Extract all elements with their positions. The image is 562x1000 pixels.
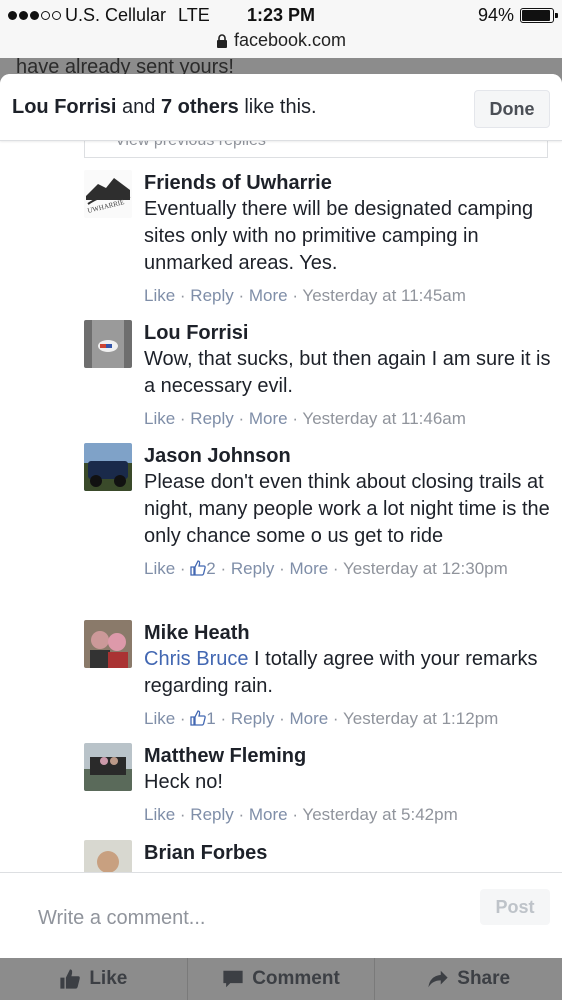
like-link[interactable]: Like bbox=[144, 409, 175, 428]
comment-text: Heck no! bbox=[144, 771, 223, 793]
comment-author[interactable]: Brian Forbes bbox=[144, 840, 554, 866]
lock-icon bbox=[216, 34, 227, 49]
battery-icon bbox=[520, 8, 558, 23]
comment-actions: Like · Reply · More · Yesterday at 11:46… bbox=[144, 409, 466, 428]
reaction-count[interactable]: 2 bbox=[190, 559, 216, 578]
share-action-label: Share bbox=[457, 968, 511, 989]
reaction-count-value: 2 bbox=[206, 559, 216, 578]
likes-suffix: like this. bbox=[244, 96, 317, 118]
comments-sheet: Lou Forrisi and 7 others like this. Done… bbox=[0, 74, 562, 958]
post-action-bar: Like Comment Share bbox=[0, 958, 562, 1000]
more-link[interactable]: More bbox=[289, 559, 328, 578]
comment-timestamp[interactable]: Yesterday at 11:45am bbox=[302, 286, 466, 305]
post-button[interactable]: Post bbox=[480, 889, 550, 925]
comment-text: Eventually there will be designated camp… bbox=[144, 198, 534, 274]
battery-percent: 94% bbox=[477, 5, 514, 25]
comment-actions: Like · 2 · Reply · More · Yesterday at 1… bbox=[144, 559, 508, 578]
mention-link[interactable]: Chris Bruce bbox=[144, 648, 248, 670]
comment-text: Chris Bruce I totally agree with your re… bbox=[144, 646, 554, 700]
comment-text: Please don't even think about closing tr… bbox=[144, 471, 550, 547]
reply-link[interactable]: Reply bbox=[190, 805, 233, 824]
liker-name[interactable]: Lou Forrisi bbox=[12, 96, 116, 118]
more-link[interactable]: More bbox=[249, 409, 288, 428]
thumbs-up-icon bbox=[190, 710, 207, 726]
comment-author[interactable]: Jason Johnson bbox=[144, 443, 554, 469]
likes-conjunction: and bbox=[122, 96, 156, 118]
avatar[interactable] bbox=[84, 620, 132, 668]
comment-author[interactable]: Friends of Uwharrie bbox=[144, 170, 554, 196]
battery-area: 94% bbox=[477, 5, 558, 26]
comment-action[interactable]: Comment bbox=[188, 958, 376, 1000]
comment-timestamp[interactable]: Yesterday at 11:46am bbox=[302, 409, 466, 428]
avatar[interactable]: UWHARRIE bbox=[84, 170, 132, 218]
comment-author[interactable]: Mike Heath bbox=[144, 620, 554, 646]
comment-timestamp[interactable]: Yesterday at 12:30pm bbox=[343, 559, 508, 578]
likes-summary[interactable]: Lou Forrisi and 7 others like this. bbox=[12, 96, 317, 119]
comment-author[interactable]: Matthew Fleming bbox=[144, 743, 554, 769]
comment-text: Wow, that sucks, but then again I am sur… bbox=[144, 348, 551, 397]
comment-timestamp[interactable]: Yesterday at 1:12pm bbox=[343, 709, 498, 728]
like-link[interactable]: Like bbox=[144, 286, 175, 305]
comment-input[interactable]: Write a comment... bbox=[38, 907, 205, 930]
comment-actions: Like · Reply · More · Yesterday at 11:45… bbox=[144, 286, 466, 305]
done-button[interactable]: Done bbox=[474, 90, 550, 128]
comment-timestamp[interactable]: Yesterday at 5:42pm bbox=[302, 805, 457, 824]
thumbs-up-icon bbox=[190, 560, 207, 576]
comment-action-label: Comment bbox=[252, 968, 340, 989]
thumbs-up-icon bbox=[60, 969, 81, 989]
reply-link[interactable]: Reply bbox=[190, 286, 233, 305]
comment-actions: Like · 1 · Reply · More · Yesterday at 1… bbox=[144, 709, 499, 728]
comment-author[interactable]: Lou Forrisi bbox=[144, 320, 554, 346]
address-bar[interactable]: facebook.com bbox=[0, 30, 562, 58]
share-icon bbox=[428, 970, 448, 988]
url-text: facebook.com bbox=[233, 30, 347, 50]
avatar[interactable] bbox=[84, 320, 132, 368]
share-action[interactable]: Share bbox=[375, 958, 562, 1000]
more-link[interactable]: More bbox=[249, 286, 288, 305]
reaction-count[interactable]: 1 bbox=[190, 709, 216, 728]
like-link[interactable]: Like bbox=[144, 805, 175, 824]
status-bar: U.S. Cellular LTE 1:23 PM 94% bbox=[0, 0, 562, 30]
like-link[interactable]: Like bbox=[144, 559, 175, 578]
reply-link[interactable]: Reply bbox=[190, 409, 233, 428]
avatar[interactable] bbox=[84, 743, 132, 791]
comment-icon bbox=[223, 970, 243, 988]
like-action-label: Like bbox=[89, 968, 128, 989]
more-link[interactable]: More bbox=[289, 709, 328, 728]
reaction-count-value: 1 bbox=[206, 709, 216, 728]
comment-actions: Like · Reply · More · Yesterday at 5:42p… bbox=[144, 805, 458, 824]
comment-composer: Write a comment... Post bbox=[0, 872, 562, 958]
reply-link[interactable]: Reply bbox=[231, 559, 274, 578]
more-link[interactable]: More bbox=[249, 805, 288, 824]
avatar[interactable] bbox=[84, 443, 132, 491]
likes-others[interactable]: 7 others bbox=[161, 96, 239, 118]
like-link[interactable]: Like bbox=[144, 709, 175, 728]
reply-link[interactable]: Reply bbox=[231, 709, 274, 728]
sheet-header: Lou Forrisi and 7 others like this. Done bbox=[0, 74, 562, 141]
like-action[interactable]: Like bbox=[0, 958, 188, 1000]
